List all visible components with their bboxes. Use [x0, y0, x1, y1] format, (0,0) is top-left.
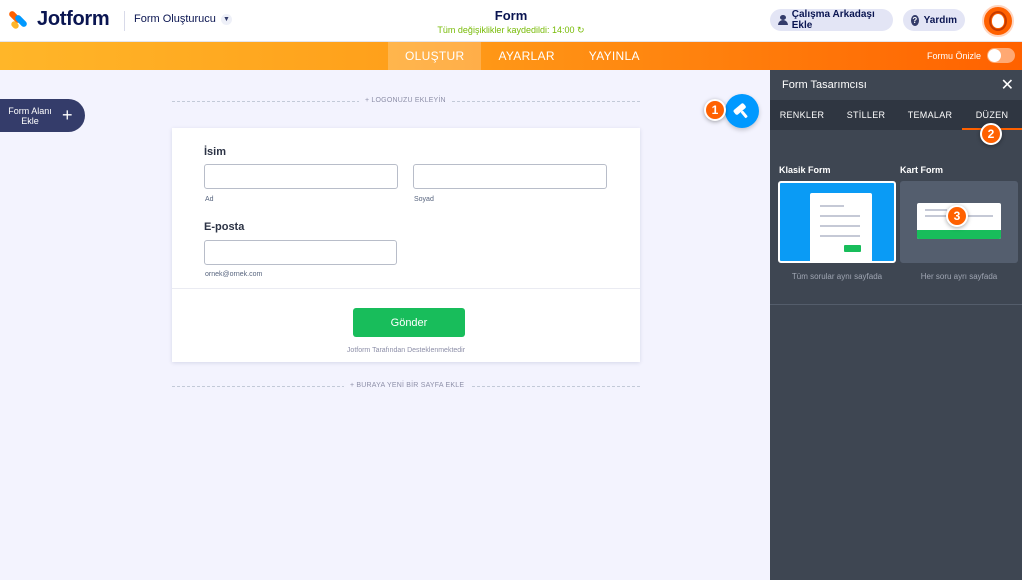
panel-divider: [770, 304, 1022, 305]
callout-badge-3: 3: [946, 205, 968, 227]
panel-header: Form Tasarımcısı ✕: [770, 70, 1022, 100]
preview-label: Formu Önizle: [926, 50, 981, 61]
email-input[interactable]: [204, 240, 397, 265]
preview-toggle[interactable]: [987, 48, 1015, 63]
form-designer-button[interactable]: [725, 94, 759, 128]
card-form-caption: Her soru ayrı sayfada: [920, 272, 998, 281]
tab-styles[interactable]: STİLLER: [834, 100, 898, 130]
invite-collaborator-button[interactable]: Çalışma Arkadaşı Ekle: [770, 9, 893, 31]
tab-themes[interactable]: TEMALAR: [898, 100, 962, 130]
classic-form-option[interactable]: [778, 181, 896, 263]
paint-roller-icon: [733, 103, 748, 119]
invite-label: Çalışma Arkadaşı Ekle: [791, 9, 875, 31]
brand-name: Jotform: [37, 8, 110, 30]
help-circle-icon: ?: [911, 14, 919, 26]
tab-publish[interactable]: YAYINLA: [572, 42, 657, 70]
tab-build[interactable]: OLUŞTUR: [388, 42, 482, 70]
form-title-area: Form Tüm değişiklikler kaydedildi: 14:00…: [411, 8, 611, 36]
save-status-text: Tüm değişiklikler kaydedildi: 14:00: [437, 25, 575, 35]
help-label: Yardım: [923, 14, 957, 26]
card-form-title: Kart Form: [900, 165, 944, 175]
close-icon[interactable]: ✕: [1001, 75, 1014, 95]
chevron-down-icon: ▼: [220, 13, 232, 25]
add-logo-link[interactable]: + LOGONUZU EKLEYİN: [359, 97, 452, 104]
plus-icon: +: [62, 105, 73, 125]
submit-button[interactable]: Gönder: [353, 308, 465, 337]
form-divider: [172, 288, 640, 289]
last-name-input[interactable]: [413, 164, 607, 189]
powered-by-text: Jotform Tarafından Desteklenmektedir: [346, 347, 466, 354]
refresh-icon: ↻: [577, 25, 585, 35]
builder-tabs: OLUŞTUR AYARLAR YAYINLA: [388, 42, 657, 70]
tab-colors[interactable]: RENKLER: [770, 100, 834, 130]
form-builder-label: Form Oluşturucu: [134, 13, 216, 25]
form-card: İsim Ad Soyad E-posta ornek@ornek.com Gö…: [172, 128, 640, 362]
form-title[interactable]: Form: [411, 8, 611, 23]
preview-form: Formu Önizle: [927, 48, 1015, 63]
first-name-input[interactable]: [204, 164, 398, 189]
avatar-face: [992, 14, 1004, 28]
save-status: Tüm değişiklikler kaydedildi: 14:00 ↻: [411, 25, 611, 36]
name-field-label: İsim: [204, 146, 227, 158]
first-name-sublabel: Ad: [205, 196, 214, 203]
header-divider: [124, 11, 125, 31]
top-header: Jotform Form Oluşturucu ▼ Form Tüm değiş…: [0, 0, 1022, 42]
panel-title: Form Tasarımcısı: [782, 79, 867, 91]
add-form-element-button[interactable]: Form Alanı Ekle +: [0, 99, 85, 132]
help-button[interactable]: ? Yardım: [903, 9, 965, 31]
callout-badge-2: 2: [980, 123, 1002, 145]
add-form-element-label: Form Alanı Ekle: [8, 105, 52, 126]
form-builder-dropdown[interactable]: Form Oluşturucu ▼: [134, 13, 232, 25]
jotform-logo[interactable]: Jotform: [7, 8, 110, 31]
card-form-option[interactable]: 3: [900, 181, 1018, 263]
user-icon: [778, 15, 788, 25]
classic-form-title: Klasik Form: [779, 165, 831, 175]
form-designer-panel: Form Tasarımcısı ✕ RENKLER STİLLER TEMAL…: [770, 70, 1022, 580]
avatar[interactable]: [982, 5, 1014, 37]
last-name-sublabel: Soyad: [414, 196, 434, 203]
email-sublabel: ornek@ornek.com: [205, 271, 263, 278]
email-field-label: E-posta: [204, 221, 245, 233]
classic-form-preview: [810, 193, 872, 261]
tab-settings[interactable]: AYARLAR: [481, 42, 571, 70]
callout-badge-1: 1: [704, 99, 726, 121]
classic-form-caption: Tüm sorular aynı sayfada: [791, 272, 883, 281]
add-page-link[interactable]: + BURAYA YENİ BİR SAYFA EKLE: [344, 382, 471, 389]
builder-nav-bar: OLUŞTUR AYARLAR YAYINLA Formu Önizle: [0, 42, 1022, 70]
jotform-logo-icon: [7, 9, 29, 30]
